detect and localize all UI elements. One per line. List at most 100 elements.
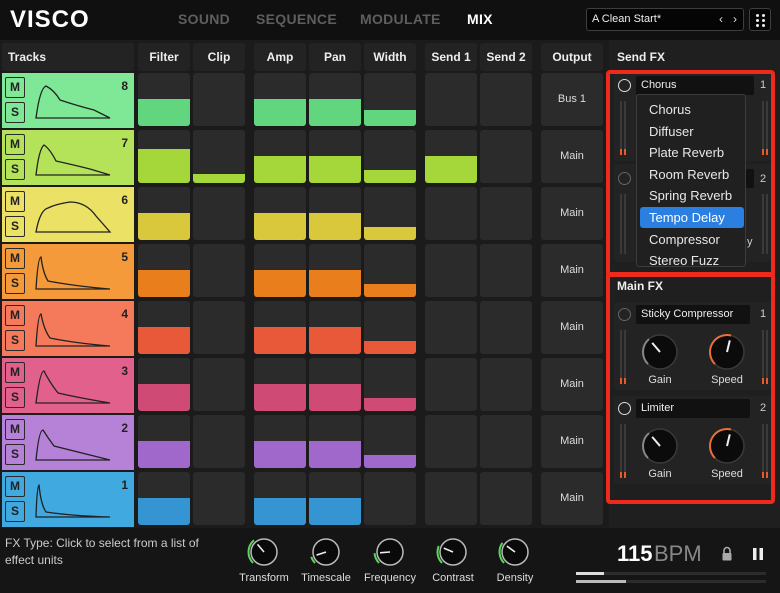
preset-name[interactable]: A Clean Start* (592, 13, 661, 25)
tempo-value[interactable]: 115 (617, 541, 653, 567)
mute-button[interactable]: M (5, 191, 25, 212)
solo-button[interactable]: S (5, 501, 25, 522)
menu-dots-icon[interactable] (749, 8, 771, 31)
mute-button[interactable]: M (5, 419, 25, 440)
pan-cell[interactable] (309, 472, 361, 525)
send2-cell[interactable] (480, 73, 532, 126)
pan-cell[interactable] (309, 130, 361, 183)
pan-cell[interactable] (309, 358, 361, 411)
solo-button[interactable]: S (5, 102, 25, 123)
preset-next-icon[interactable]: › (733, 12, 737, 26)
width-cell[interactable] (364, 358, 416, 411)
send1-cell[interactable] (425, 301, 477, 354)
send1-cell[interactable] (425, 244, 477, 297)
filter-cell[interactable] (138, 415, 190, 468)
mute-button[interactable]: M (5, 305, 25, 326)
solo-button[interactable]: S (5, 216, 25, 237)
mute-button[interactable]: M (5, 134, 25, 155)
clip-cell[interactable] (193, 244, 245, 297)
send1-cell[interactable] (425, 472, 477, 525)
output-cell[interactable]: Bus 1 (541, 73, 603, 126)
mute-button[interactable]: M (5, 476, 25, 497)
clip-cell[interactable] (193, 187, 245, 240)
mute-button[interactable]: M (5, 362, 25, 383)
pan-cell[interactable] (309, 187, 361, 240)
track-row[interactable]: MS 7 (2, 130, 134, 185)
track-row[interactable]: MS 1 (2, 472, 134, 527)
tab-sound[interactable]: SOUND (178, 11, 230, 27)
amp-cell[interactable] (254, 415, 306, 468)
track-row[interactable]: MS 4 (2, 301, 134, 356)
send1-cell[interactable] (425, 130, 477, 183)
output-cell[interactable]: Main (541, 130, 603, 183)
clip-cell[interactable] (193, 415, 245, 468)
width-cell[interactable] (364, 301, 416, 354)
output-cell[interactable]: Main (541, 187, 603, 240)
send2-cell[interactable] (480, 244, 532, 297)
solo-button[interactable]: S (5, 444, 25, 465)
track-row[interactable]: MS 2 (2, 415, 134, 470)
clip-cell[interactable] (193, 301, 245, 354)
output-cell[interactable]: Main (541, 358, 603, 411)
solo-button[interactable]: S (5, 159, 25, 180)
send2-cell[interactable] (480, 472, 532, 525)
amp-cell[interactable] (254, 472, 306, 525)
amp-cell[interactable] (254, 73, 306, 126)
preset-selector[interactable]: A Clean Start* ‹ › (586, 8, 744, 31)
filter-cell[interactable] (138, 472, 190, 525)
send1-cell[interactable] (425, 73, 477, 126)
macro-knob-timescale[interactable] (309, 535, 343, 569)
amp-cell[interactable] (254, 130, 306, 183)
pan-cell[interactable] (309, 415, 361, 468)
width-cell[interactable] (364, 244, 416, 297)
track-row[interactable]: MS 8 (2, 73, 134, 128)
width-cell[interactable] (364, 73, 416, 126)
amp-cell[interactable] (254, 187, 306, 240)
filter-cell[interactable] (138, 358, 190, 411)
solo-button[interactable]: S (5, 387, 25, 408)
mute-button[interactable]: M (5, 77, 25, 98)
pan-cell[interactable] (309, 73, 361, 126)
tab-modulate[interactable]: MODULATE (360, 11, 441, 27)
amp-cell[interactable] (254, 244, 306, 297)
macro-knob-frequency[interactable] (373, 535, 407, 569)
track-row[interactable]: MS 5 (2, 244, 134, 299)
track-row[interactable]: MS 3 (2, 358, 134, 413)
amp-cell[interactable] (254, 358, 306, 411)
send1-cell[interactable] (425, 187, 477, 240)
filter-cell[interactable] (138, 130, 190, 183)
output-cell[interactable]: Main (541, 472, 603, 525)
filter-cell[interactable] (138, 244, 190, 297)
track-row[interactable]: MS 6 (2, 187, 134, 242)
send2-cell[interactable] (480, 415, 532, 468)
tab-mix[interactable]: MIX (467, 11, 493, 27)
filter-cell[interactable] (138, 187, 190, 240)
send1-cell[interactable] (425, 358, 477, 411)
mute-button[interactable]: M (5, 248, 25, 269)
macro-knob-contrast[interactable] (436, 535, 470, 569)
output-cell[interactable]: Main (541, 301, 603, 354)
macro-knob-transform[interactable] (247, 535, 281, 569)
width-cell[interactable] (364, 472, 416, 525)
output-cell[interactable]: Main (541, 244, 603, 297)
amp-cell[interactable] (254, 301, 306, 354)
macro-knob-density[interactable] (498, 535, 532, 569)
filter-cell[interactable] (138, 73, 190, 126)
clip-cell[interactable] (193, 130, 245, 183)
solo-button[interactable]: S (5, 330, 25, 351)
send2-cell[interactable] (480, 187, 532, 240)
send1-cell[interactable] (425, 415, 477, 468)
pan-cell[interactable] (309, 244, 361, 297)
clip-cell[interactable] (193, 73, 245, 126)
width-cell[interactable] (364, 187, 416, 240)
width-cell[interactable] (364, 130, 416, 183)
width-cell[interactable] (364, 415, 416, 468)
send2-cell[interactable] (480, 358, 532, 411)
clip-cell[interactable] (193, 358, 245, 411)
output-cell[interactable]: Main (541, 415, 603, 468)
solo-button[interactable]: S (5, 273, 25, 294)
clip-cell[interactable] (193, 472, 245, 525)
pan-cell[interactable] (309, 301, 361, 354)
tab-sequence[interactable]: SEQUENCE (256, 11, 337, 27)
lock-icon[interactable] (720, 546, 734, 562)
